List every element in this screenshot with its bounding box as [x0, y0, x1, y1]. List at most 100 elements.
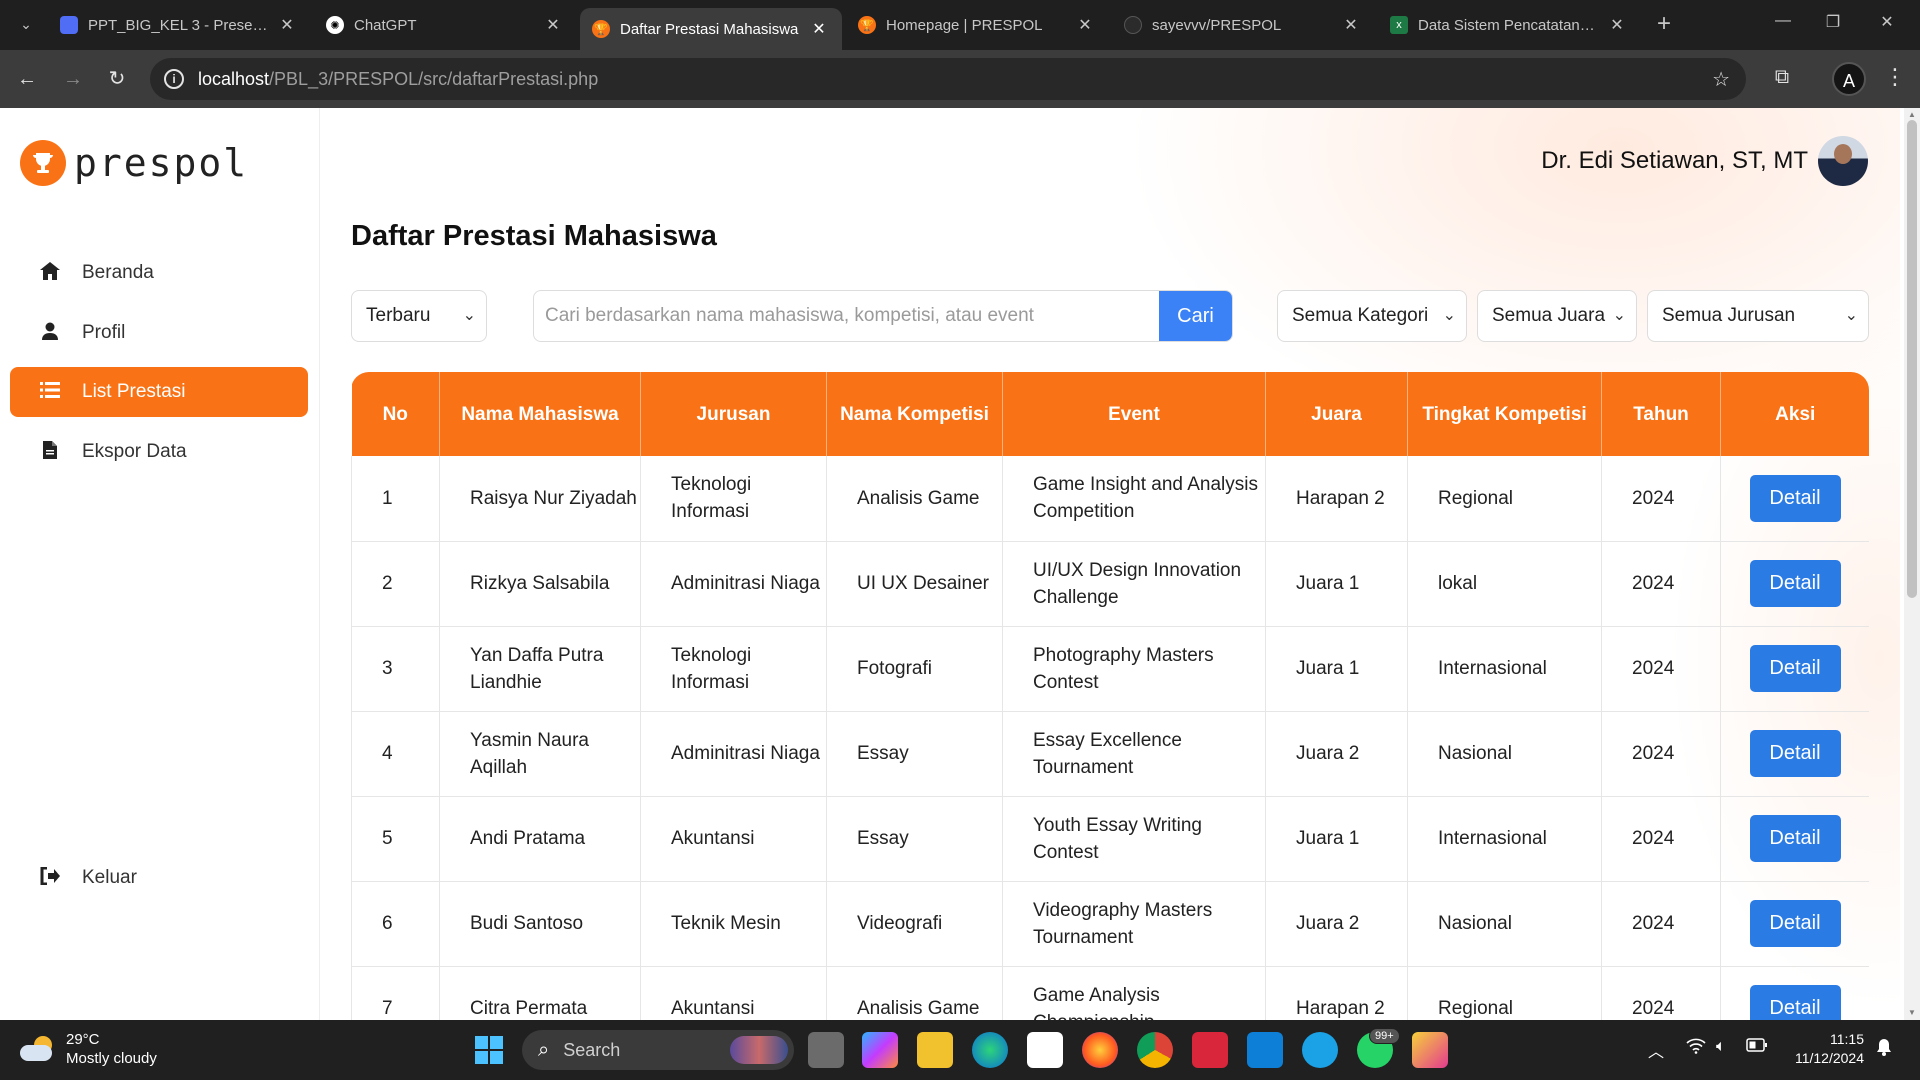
logout-icon — [38, 866, 62, 890]
detail-button[interactable]: Detail — [1749, 560, 1841, 607]
microsoft-store-icon[interactable] — [1027, 1032, 1063, 1068]
taskbar-search[interactable]: ⌕ Search — [522, 1030, 794, 1070]
logout-button[interactable]: Keluar — [10, 853, 308, 903]
detail-button[interactable]: Detail — [1749, 815, 1841, 862]
close-tab-icon[interactable]: ✕ — [1340, 15, 1362, 35]
page-viewport: prespol Beranda Profil List Prestasi Eks… — [0, 108, 1920, 1020]
cell-nama: Andi Pratama — [439, 796, 641, 882]
detail-button[interactable]: Detail — [1749, 985, 1841, 1020]
app-icon[interactable] — [1192, 1032, 1228, 1068]
cell-nama: Raisya Nur Ziyadah — [439, 456, 641, 542]
browser-tab-2[interactable]: ✺ ChatGPT ✕ — [314, 8, 576, 42]
scrollbar-thumb[interactable] — [1907, 120, 1917, 598]
browser-tab-6[interactable]: x Data Sistem Pencatatan Pr ✕ — [1378, 8, 1640, 42]
chevron-down-icon: ⌄ — [1442, 307, 1456, 324]
cell-tingkat: Regional — [1407, 456, 1602, 542]
task-view-icon[interactable] — [808, 1032, 844, 1068]
search-icon: ⌕ — [538, 1038, 550, 1061]
scroll-down-icon[interactable]: ▼ — [1908, 1008, 1916, 1017]
browser-tab-1[interactable]: PPT_BIG_KEL 3 - Presentasi ✕ — [48, 8, 310, 42]
sidebar-item-profil[interactable]: Profil — [10, 308, 308, 358]
profile-avatar[interactable]: A — [1832, 62, 1866, 96]
user-profile[interactable]: Dr. Edi Setiawan, ST, MT — [1541, 136, 1868, 186]
sidebar-item-ekspor-data[interactable]: Ekspor Data — [10, 427, 308, 477]
edge-icon[interactable] — [972, 1032, 1008, 1068]
url-text[interactable]: localhost/PBL_3/PRESPOL/src/daftarPresta… — [198, 69, 598, 90]
restore-icon[interactable]: ❐ — [1818, 12, 1848, 32]
juara-filter-select[interactable]: Semua Juara ⌄ — [1477, 290, 1637, 342]
scroll-up-icon[interactable]: ▲ — [1908, 110, 1916, 119]
prespol-logo[interactable]: prespol — [20, 140, 248, 186]
cell-jurusan: Akuntansi — [640, 796, 827, 882]
close-tab-icon[interactable]: ✕ — [1074, 15, 1096, 35]
cell-tahun: 2024 — [1601, 711, 1721, 797]
cell-no: 7 — [351, 966, 440, 1020]
vscode-icon[interactable] — [1247, 1032, 1283, 1068]
sidebar-item-beranda[interactable]: Beranda — [10, 248, 308, 298]
extensions-icon[interactable]: ⧉ — [1770, 66, 1794, 90]
jurusan-filter-select[interactable]: Semua Jurusan ⌄ — [1647, 290, 1869, 342]
browser-tab-5[interactable]: sayevvv/PRESPOL ✕ — [1112, 8, 1374, 42]
cell-tingkat: Nasional — [1407, 711, 1602, 797]
cell-juara: Juara 2 — [1265, 881, 1408, 967]
prespol-icon: 🏆 — [858, 16, 876, 34]
cell-no: 4 — [351, 711, 440, 797]
show-hidden-icons-chevron-icon[interactable]: ︿ — [1648, 1038, 1664, 1062]
system-clock[interactable]: 11:15 11/12/2024 — [1784, 1030, 1864, 1068]
column-header-jurusan: Jurusan — [640, 372, 827, 456]
copilot-icon[interactable] — [862, 1032, 898, 1068]
forward-icon[interactable]: → — [58, 64, 88, 94]
address-bar[interactable]: i localhost/PBL_3/PRESPOL/src/daftarPres… — [150, 58, 1746, 100]
reload-icon[interactable]: ↻ — [102, 64, 132, 94]
detail-button[interactable]: Detail — [1749, 474, 1841, 522]
chevron-down-icon: ⌄ — [1844, 307, 1858, 324]
page-scrollbar[interactable]: ▲ ▼ — [1904, 108, 1920, 1020]
table-body: 1 Raisya Nur Ziyadah Teknologi Informasi… — [351, 456, 1869, 1020]
browser-menu-icon[interactable]: ⋮ — [1884, 64, 1906, 90]
table-row: 2 Rizkya Salsabila Adminitrasi Niaga UI … — [351, 541, 1869, 627]
cell-aksi: Detail — [1720, 711, 1869, 797]
volume-icon[interactable]: 🔈︎ — [1716, 1038, 1726, 1056]
sidebar-item-label: Profil — [82, 322, 126, 343]
firefox-icon[interactable] — [1082, 1032, 1118, 1068]
wifi-icon[interactable] — [1686, 1038, 1706, 1059]
search-input[interactable] — [534, 291, 1162, 341]
close-tab-icon[interactable]: ✕ — [276, 15, 298, 35]
close-window-icon[interactable]: ✕ — [1872, 12, 1902, 32]
browser-tab-3-active[interactable]: 🏆 Daftar Prestasi Mahasiswa ✕ — [580, 8, 842, 50]
app-icon[interactable] — [1412, 1032, 1448, 1068]
cell-tingkat: lokal — [1407, 541, 1602, 627]
bookmark-star-icon[interactable]: ☆ — [1712, 67, 1730, 92]
file-explorer-icon[interactable] — [917, 1032, 953, 1068]
column-header-nama-kompetisi: Nama Kompetisi — [826, 372, 1003, 456]
cell-nama: Yasmin Naura Aqillah — [439, 711, 641, 797]
back-icon[interactable]: ← — [12, 64, 42, 94]
site-info-icon[interactable]: i — [164, 69, 184, 89]
cell-tahun: 2024 — [1601, 966, 1721, 1020]
cell-nama: Citra Permata — [439, 966, 641, 1020]
new-tab-button[interactable]: + — [1651, 12, 1677, 36]
sort-select[interactable]: Terbaru ⌄ — [351, 290, 487, 342]
sidebar-item-list-prestasi[interactable]: List Prestasi — [10, 367, 308, 417]
close-tab-icon[interactable]: ✕ — [808, 19, 830, 39]
close-tab-icon[interactable]: ✕ — [542, 15, 564, 35]
minimize-icon[interactable]: — — [1768, 12, 1798, 30]
browser-tab-4[interactable]: 🏆 Homepage | PRESPOL ✕ — [846, 8, 1108, 42]
detail-button[interactable]: Detail — [1749, 730, 1841, 777]
app-icon[interactable] — [1302, 1032, 1338, 1068]
cell-event: UI/UX Design Innovation Challenge — [1002, 541, 1266, 627]
close-tab-icon[interactable]: ✕ — [1606, 15, 1628, 35]
windows-start-icon[interactable] — [471, 1032, 507, 1068]
kategori-filter-select[interactable]: Semua Kategori ⌄ — [1277, 290, 1467, 342]
battery-icon[interactable] — [1746, 1038, 1768, 1057]
detail-button[interactable]: Detail — [1749, 645, 1841, 692]
notification-bell-icon[interactable] — [1876, 1038, 1892, 1061]
column-header-tahun: Tahun — [1601, 372, 1721, 456]
weather-widget[interactable]: 29°C Mostly cloudy — [20, 1030, 157, 1068]
tab-title: ChatGPT — [354, 16, 417, 34]
search-button[interactable]: Cari — [1159, 291, 1232, 341]
chrome-icon[interactable] — [1137, 1032, 1173, 1068]
tab-search-chevron-icon[interactable]: ⌄ — [14, 12, 38, 36]
detail-button[interactable]: Detail — [1749, 900, 1841, 947]
cell-event: Essay Excellence Tournament — [1002, 711, 1266, 797]
